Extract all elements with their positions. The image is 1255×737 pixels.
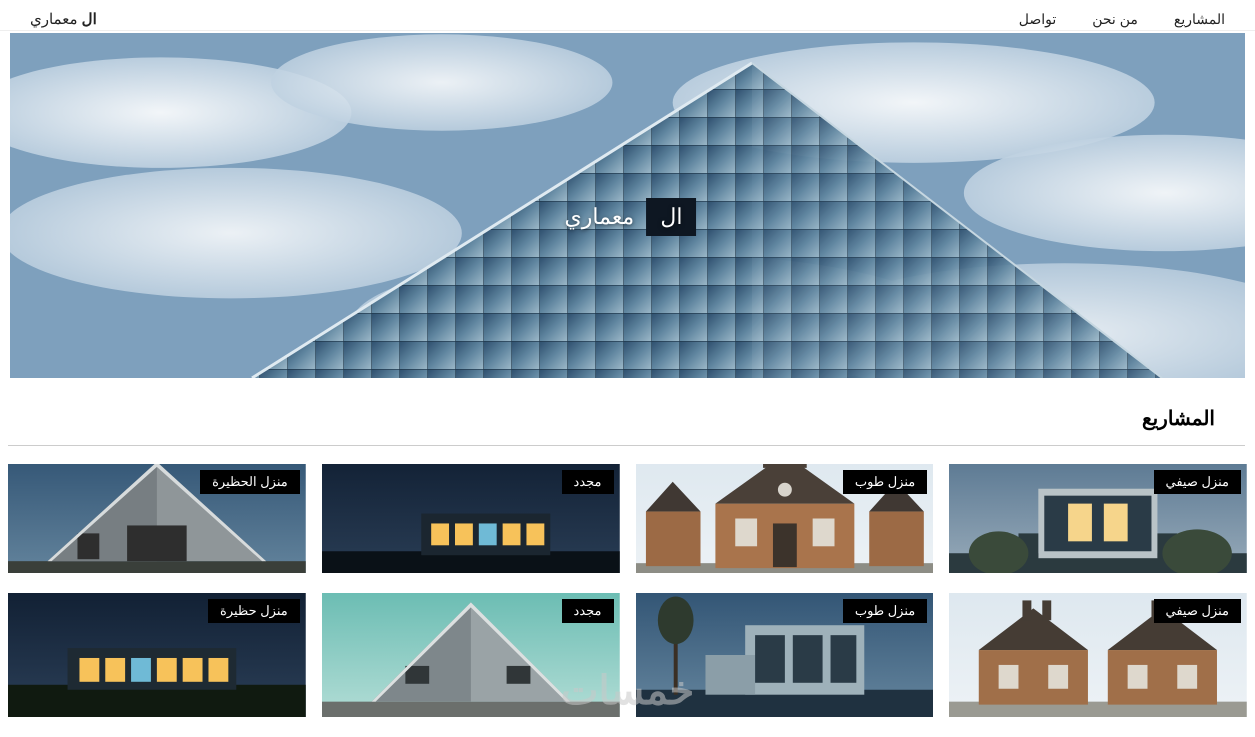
hero-title-plain: معماري [559,204,641,229]
nav-link-projects[interactable]: المشاريع [1174,11,1225,28]
project-card[interactable]: منزل طوب [636,464,934,573]
brand-rest: معماري [30,11,82,28]
nav-link-about[interactable]: من نحن [1092,11,1138,28]
project-card[interactable]: منزل حظيرة [8,593,306,717]
project-card[interactable]: مجدد [322,464,620,573]
project-tag: منزل صيفي [1154,599,1242,623]
projects-heading: المشاريع [8,378,1245,446]
projects-grid-row1: منزل صيفي منزل طوب مجدد منزل الحظيرة [0,464,1255,593]
project-tag: منزل حظيرة [208,599,300,623]
hero-title: ال معماري [559,198,697,236]
project-tag: مجدد [562,599,614,623]
hero-title-box: ال [646,198,696,236]
nav-links: تواصل من نحن المشاريع [1019,11,1225,28]
projects-grid-row2: منزل صيفي منزل طوب مجدد منزل حظيرة [0,593,1255,737]
project-card[interactable]: منزل صيفي [949,464,1247,573]
project-tag: منزل طوب [843,599,927,623]
project-tag: مجدد [562,470,614,494]
hero-banner: ال معماري [10,33,1245,378]
project-tag: منزل طوب [843,470,927,494]
project-card[interactable]: مجدد [322,593,620,717]
project-tag: منزل صيفي [1154,470,1242,494]
brand-bold: ال [82,11,97,28]
hero-building [232,33,1195,378]
project-card[interactable]: منزل الحظيرة [8,464,306,573]
brand[interactable]: ال معماري [30,10,97,28]
project-tag: منزل الحظيرة [200,470,300,494]
project-card[interactable]: منزل طوب [636,593,934,717]
nav-link-contact[interactable]: تواصل [1019,11,1057,28]
top-nav: تواصل من نحن المشاريع ال معماري [0,0,1255,31]
project-card[interactable]: منزل صيفي [949,593,1247,717]
